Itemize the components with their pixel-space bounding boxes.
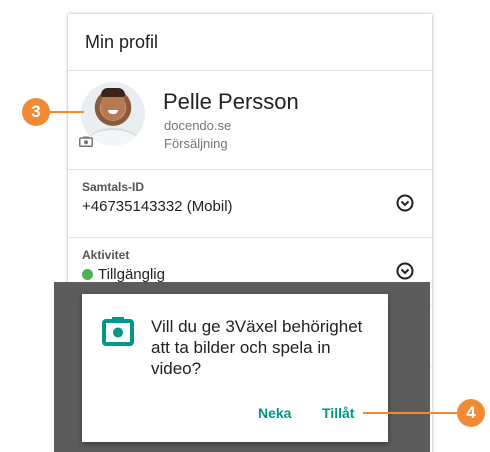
permission-message: Vill du ge 3Växel behörighet att ta bild… [151,317,363,378]
permission-dialog: Vill du ge 3Växel behörighet att ta bild… [82,294,388,442]
deny-button[interactable]: Neka [258,405,291,421]
activity-value: Tillgänglig [82,266,165,283]
activity-status-text: Tillgänglig [98,266,165,283]
call-id-row[interactable]: Samtals-ID +46735143332 (Mobil) [68,170,432,238]
stage: Min profil Pelle Persson docendo.se Förs… [0,0,490,452]
profile-name: Pelle Persson [163,89,299,114]
avatar-hair [101,88,125,97]
activity-label: Aktivitet [82,248,130,262]
chevron-down-circle-icon[interactable] [396,194,414,212]
callout-badge-3: 3 [22,98,50,126]
page-title: Min profil [85,31,159,52]
status-dot [82,269,93,280]
callout-leader-3 [50,111,84,113]
call-id-label: Samtals-ID [82,180,145,194]
profile-department: Försäljning [164,136,228,151]
callout-badge-4: 4 [457,399,485,427]
profile-header: Pelle Persson docendo.se Försäljning [68,71,432,170]
avatar-shirt [87,128,139,146]
camera-icon [102,317,134,346]
camera-icon[interactable] [79,136,93,147]
app-bar: Min profil [68,14,432,71]
chevron-down-circle-icon[interactable] [396,262,414,280]
callout-leader-4 [363,412,458,414]
profile-org: docendo.se [164,118,232,133]
allow-button[interactable]: Tillåt [322,405,354,421]
call-id-value: +46735143332 (Mobil) [82,198,233,215]
